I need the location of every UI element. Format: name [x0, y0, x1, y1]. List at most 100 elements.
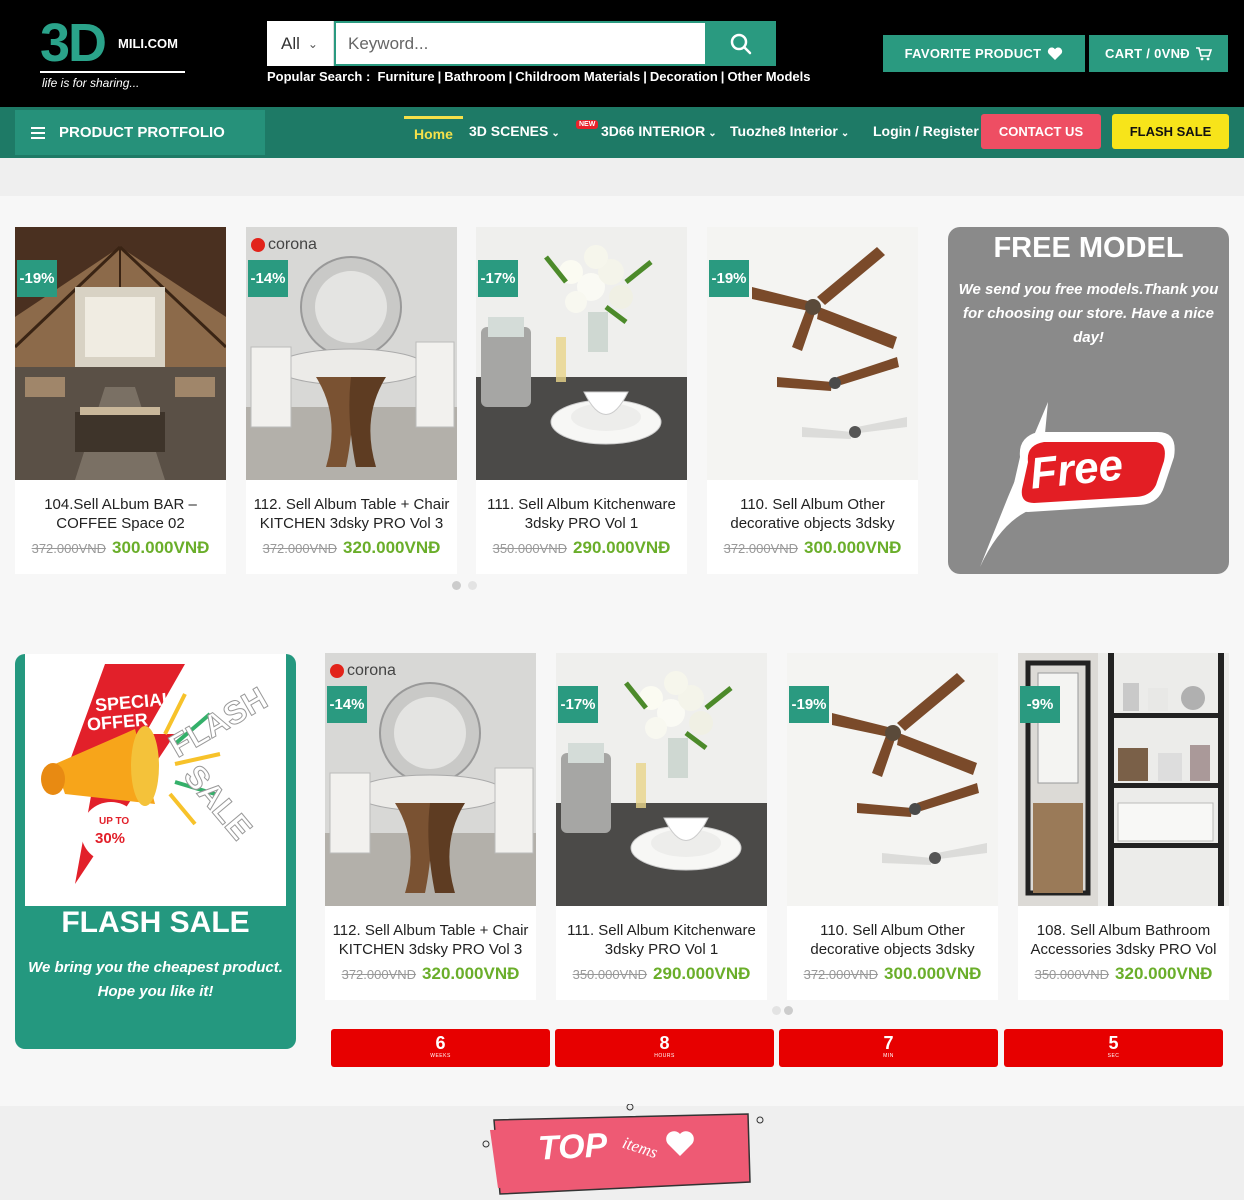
countdown-unit: HOURS — [654, 1053, 675, 1059]
search-category-select[interactable]: All ⌄ — [267, 21, 334, 66]
search-bar: All ⌄ — [267, 21, 776, 66]
old-price: 350.000VNĐ — [572, 967, 648, 982]
product-image-bar-coffee[interactable]: -19% — [15, 227, 226, 480]
discount-badge: -19% — [17, 260, 57, 297]
product-title[interactable]: 111. Sell Album Kitchenware 3dsky PRO Vo… — [556, 921, 767, 959]
product-title[interactable]: 110. Sell Album Other decorative objects… — [787, 921, 998, 959]
countdown-weeks: 6 WEEKS — [331, 1029, 550, 1067]
product-title[interactable]: 111. Sell Album Kitchenware 3dsky PRO Vo… — [476, 495, 687, 533]
free-model-banner[interactable]: FREE MODEL We send you free models.Thank… — [948, 227, 1229, 574]
top-items-banner: TOP items — [480, 1103, 770, 1200]
product-card[interactable]: -9% 108. Sell Album Bathroom Accessories… — [1018, 653, 1229, 1000]
product-price: 350.000VNĐ 290.000VNĐ — [476, 538, 687, 558]
product-image-kitchenware[interactable]: -17% — [476, 227, 687, 480]
popular-search: Popular Search : Furniture | Bathroom | Chil… — [267, 69, 811, 84]
product-title[interactable]: 112. Sell Album Table + Chair KITCHEN 3d… — [325, 921, 536, 959]
nav-tuozhe8-interior[interactable]: Tuozhe8 Interior ⌄ — [730, 123, 849, 139]
cart-label: CART / 0VNĐ — [1105, 46, 1190, 61]
popular-search-label: Popular Search : — [267, 69, 371, 84]
product-card[interactable]: -17% 111. Sell Album Kitchenware 3dsky P… — [476, 227, 687, 574]
popular-link-furniture[interactable]: Furniture — [378, 69, 435, 84]
search-input[interactable] — [334, 21, 705, 66]
product-title[interactable]: 104.Sell ALbum BAR – COFFEE Space 02 — [15, 495, 226, 533]
sale-price: 290.000VNĐ — [573, 538, 671, 557]
popular-link-decoration[interactable]: Decoration — [650, 69, 718, 84]
free-model-text: We send you free models.Thank you for ch… — [958, 281, 1219, 346]
sale-price: 300.000VNĐ — [112, 538, 210, 557]
countdown-minutes: 7 MIN — [779, 1029, 998, 1067]
product-title[interactable]: 112. Sell Album Table + Chair KITCHEN 3d… — [246, 495, 457, 533]
flash-sale-button[interactable]: FLASH SALE — [1112, 114, 1229, 149]
cart-button[interactable]: CART / 0VNĐ — [1089, 35, 1228, 72]
flash-sale-text: We bring you the cheapest product. Hope … — [28, 959, 283, 1000]
chevron-down-icon: ⌄ — [708, 128, 717, 139]
favorite-product-label: FAVORITE PRODUCT — [904, 46, 1042, 61]
popular-link-bathroom[interactable]: Bathroom — [444, 69, 505, 84]
favorite-product-button[interactable]: FAVORITE PRODUCT — [883, 35, 1085, 72]
popular-link-other[interactable]: Other Models — [727, 69, 810, 84]
nav-3d-scenes[interactable]: 3D SCENES ⌄ — [469, 123, 560, 139]
product-image-ceiling-fans[interactable]: -19% — [707, 227, 918, 480]
countdown-unit: WEEKS — [430, 1053, 451, 1059]
discount-badge: -14% — [248, 260, 288, 297]
product-card[interactable]: -19% 104.Sell ALbum BAR – COFFEE Space 0… — [15, 227, 226, 574]
logo-brand: MILI.COM — [118, 36, 178, 51]
old-price: 350.000VNĐ — [492, 541, 568, 556]
corona-watermark: corona — [347, 662, 396, 679]
nav-3d66-interior-label: 3D66 INTERIOR — [601, 123, 706, 139]
product-image-bathroom-accessories[interactable]: -9% — [1018, 653, 1229, 906]
product-title[interactable]: 110. Sell Album Other decorative objects… — [707, 495, 918, 533]
nav-tuozhe8-interior-label: Tuozhe8 Interior — [730, 123, 838, 139]
cart-icon — [1195, 46, 1212, 60]
product-card[interactable]: -17% 111. Sell Album Kitchenware 3dsky P… — [556, 653, 767, 1000]
countdown-value: 6 — [435, 1033, 446, 1053]
carousel-dot[interactable] — [468, 581, 477, 590]
countdown-value: 8 — [659, 1033, 670, 1053]
old-price: 372.000VNĐ — [723, 541, 799, 556]
product-image-ceiling-fans[interactable]: -19% — [787, 653, 998, 906]
popular-link-childroom[interactable]: Childroom Materials — [515, 69, 640, 84]
nav-3d66-interior[interactable]: 3D66 INTERIOR ⌄ — [601, 123, 717, 139]
sale-price: 290.000VNĐ — [653, 964, 751, 983]
discount-badge: -9% — [1020, 686, 1060, 723]
product-card[interactable]: -19% 110. Sell Album Other decorative ob… — [707, 227, 918, 574]
flash-sale-image[interactable]: SPECIAL OFFER FLASH SALE UP TO 30% — [25, 654, 286, 906]
sale-price: 320.000VNĐ — [343, 538, 441, 557]
product-price: 350.000VNĐ 290.000VNĐ — [556, 964, 767, 984]
product-image-kitchenware[interactable]: -17% — [556, 653, 767, 906]
top-header: 3D MILI.COM life is for sharing... All ⌄… — [0, 0, 1244, 107]
logo-tagline: life is for sharing... — [42, 76, 140, 90]
product-card[interactable]: -19% 110. Sell Album Other decorative ob… — [787, 653, 998, 1000]
flash-sale-title: FLASH SALE — [61, 906, 250, 939]
old-price: 372.000VNĐ — [803, 967, 879, 982]
free-model-title: FREE MODEL — [993, 232, 1184, 264]
site-logo[interactable]: 3D MILI.COM life is for sharing... — [40, 16, 190, 94]
product-image-table-chair[interactable]: corona -14% — [325, 653, 536, 906]
logo-mark: 3D — [40, 13, 107, 73]
product-card[interactable]: corona -14% 112. Sell Album Table + Chai… — [325, 653, 536, 1000]
flash-sale-panel: SPECIAL OFFER FLASH SALE UP TO 30% FLASH… — [15, 654, 296, 1049]
login-register-link[interactable]: Login / Register — [873, 123, 979, 139]
carousel-dot-active[interactable] — [784, 1006, 793, 1015]
old-price: 350.000VNĐ — [1034, 967, 1110, 982]
product-portfolio-label: PRODUCT PROTFOLIO — [59, 124, 225, 141]
contact-us-button[interactable]: CONTACT US — [981, 114, 1101, 149]
menu-icon — [31, 124, 45, 142]
corona-watermark: corona — [268, 236, 317, 253]
product-image-table-chair[interactable]: corona -14% — [246, 227, 457, 480]
chevron-down-icon: ⌄ — [307, 36, 318, 51]
product-price: 372.000VNĐ 300.000VNĐ — [15, 538, 226, 558]
carousel-dot-active[interactable] — [452, 581, 461, 590]
old-price: 372.000VNĐ — [262, 541, 338, 556]
product-title[interactable]: 108. Sell Album Bathroom Accessories 3ds… — [1018, 921, 1229, 959]
product-price: 372.000VNĐ 300.000VNĐ — [787, 964, 998, 984]
product-portfolio-button[interactable]: PRODUCT PROTFOLIO — [15, 110, 265, 155]
countdown-value: 7 — [883, 1033, 894, 1053]
nav-home[interactable]: Home — [404, 116, 463, 154]
discount-badge: -17% — [478, 260, 518, 297]
product-card[interactable]: corona -14% 112. Sell Album Table + Chai… — [246, 227, 457, 574]
carousel-dot[interactable] — [772, 1006, 781, 1015]
top-items-label: TOP — [537, 1126, 609, 1168]
search-button[interactable] — [705, 21, 776, 66]
product-price: 372.000VNĐ 300.000VNĐ — [707, 538, 918, 558]
